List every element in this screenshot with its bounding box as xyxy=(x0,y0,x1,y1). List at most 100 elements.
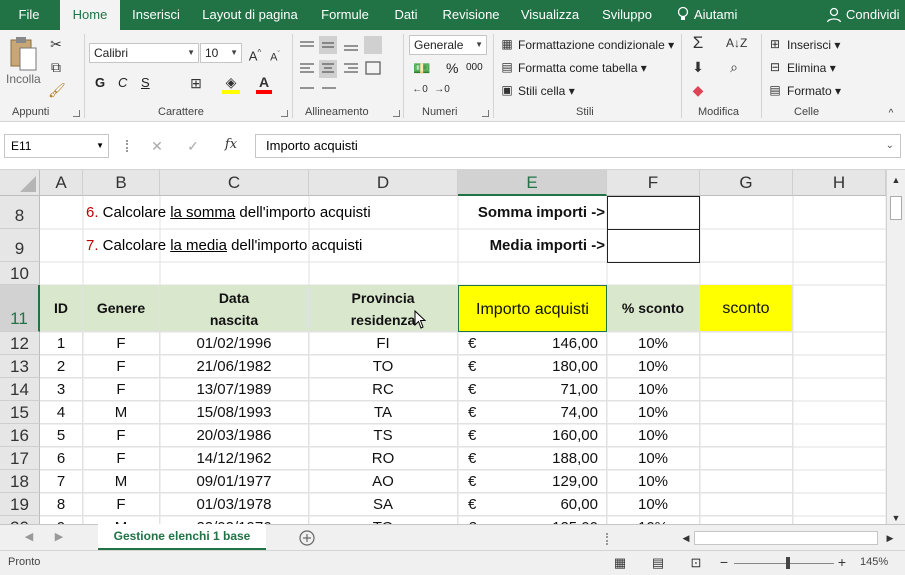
cell-gender[interactable]: F xyxy=(83,378,160,401)
insert-function-icon[interactable]: fx xyxy=(222,137,240,153)
header-discount[interactable]: sconto xyxy=(700,285,793,332)
cell-styles-icon[interactable]: ▣ xyxy=(500,82,514,98)
row-header-15[interactable]: 15 xyxy=(0,401,40,424)
cell-id[interactable]: 6 xyxy=(40,447,83,470)
currency-icon[interactable]: 💵 xyxy=(412,60,432,76)
row-header-11[interactable]: 11 xyxy=(0,285,40,332)
tab-view[interactable]: Visualizza xyxy=(514,0,586,30)
autosum-icon[interactable]: Σ xyxy=(690,34,706,51)
zoom-in-icon[interactable]: + xyxy=(836,554,848,570)
cell-amount[interactable]: €60,00 xyxy=(458,493,607,516)
cell-province[interactable]: RO xyxy=(309,447,458,470)
format-cells-icon[interactable]: ▤ xyxy=(768,82,782,98)
find-icon[interactable]: ⌕ xyxy=(726,59,742,75)
cell-gender[interactable]: M xyxy=(83,401,160,424)
tab-review[interactable]: Revisione xyxy=(436,0,506,30)
normal-view-icon[interactable]: ▦ xyxy=(612,555,628,571)
font-name-select[interactable]: Calibri ▼ xyxy=(89,43,199,63)
cell-discount[interactable] xyxy=(700,493,793,516)
page-layout-view-icon[interactable]: ▤ xyxy=(650,555,666,571)
cell-birth-date[interactable]: 15/08/1993 xyxy=(160,401,309,424)
tab-splitter[interactable] xyxy=(606,533,609,545)
increase-decimal-icon[interactable]: ←0 xyxy=(412,82,428,98)
cell-discount-percent[interactable]: 10% xyxy=(607,516,700,524)
task-7-text[interactable]: 7. Calcolare la media dell'importo acqui… xyxy=(86,229,362,262)
format-as-table-icon[interactable]: ▤ xyxy=(500,59,514,75)
font-shrink-icon[interactable]: Aˇ xyxy=(268,47,282,66)
conditional-formatting-icon[interactable]: ▦ xyxy=(500,36,514,52)
tab-formulas[interactable]: Formule xyxy=(312,0,378,30)
cell-amount[interactable]: €125,00 xyxy=(458,516,607,524)
expand-formula-icon[interactable]: ⌄ xyxy=(886,135,894,157)
cell-province[interactable]: SA xyxy=(309,493,458,516)
sort-filter-icon[interactable]: A↓Z xyxy=(726,35,747,51)
cell-amount[interactable]: €74,00 xyxy=(458,401,607,424)
font-grow-icon[interactable]: A^ xyxy=(248,45,262,64)
copy-icon[interactable]: ⧉ xyxy=(48,59,64,75)
select-all-corner[interactable] xyxy=(0,170,40,196)
column-header-e[interactable]: E xyxy=(458,170,607,196)
tab-file[interactable]: File xyxy=(0,0,58,30)
cell-discount[interactable] xyxy=(700,378,793,401)
cell-gender[interactable]: F xyxy=(83,355,160,378)
column-header-g[interactable]: G xyxy=(700,170,793,196)
cell-birth-date[interactable]: 01/02/1996 xyxy=(160,332,309,355)
cell-id[interactable]: 9 xyxy=(40,516,83,524)
collapse-ribbon-icon[interactable]: ^ xyxy=(884,106,898,122)
format-cells-button[interactable]: Formato ▾ xyxy=(787,84,841,98)
cell-discount[interactable] xyxy=(700,424,793,447)
tab-developer[interactable]: Sviluppo xyxy=(594,0,660,30)
cell-amount[interactable]: €160,00 xyxy=(458,424,607,447)
underline-button[interactable]: S xyxy=(141,75,150,90)
cell-discount-percent[interactable]: 10% xyxy=(607,493,700,516)
zoom-slider[interactable] xyxy=(734,563,834,564)
cell-id[interactable]: 7 xyxy=(40,470,83,493)
vertical-scroll-thumb[interactable] xyxy=(890,196,902,220)
cell-birth-date[interactable]: 20/03/1986 xyxy=(160,424,309,447)
cell-birth-date[interactable]: 09/01/1977 xyxy=(160,470,309,493)
cell-styles-button[interactable]: Stili cella ▾ xyxy=(518,84,575,98)
row-header-12[interactable]: 12 xyxy=(0,332,40,355)
font-launcher-icon[interactable] xyxy=(281,110,288,117)
paste-icon[interactable] xyxy=(8,36,38,72)
cell-birth-date[interactable]: 01/03/1978 xyxy=(160,493,309,516)
format-painter-icon[interactable]: 🖌 xyxy=(48,82,66,98)
cell-birth-date[interactable]: 21/06/1982 xyxy=(160,355,309,378)
scroll-left-icon[interactable]: ◀ xyxy=(680,530,692,546)
cell-discount[interactable] xyxy=(700,401,793,424)
tab-insert[interactable]: Inserisci xyxy=(124,0,188,30)
row-header-14[interactable]: 14 xyxy=(0,378,40,401)
borders-icon[interactable]: ⊞ xyxy=(188,75,204,91)
header-birth-date[interactable]: Data nascita xyxy=(160,285,309,332)
page-break-view-icon[interactable]: ⊡ xyxy=(688,555,704,571)
horizontal-scroll-thumb[interactable] xyxy=(694,531,878,545)
name-box[interactable]: E11 ▼ xyxy=(4,134,109,158)
cell-birth-date[interactable]: 14/12/1962 xyxy=(160,447,309,470)
tell-me-box[interactable]: Aiutami xyxy=(694,0,746,30)
tab-home[interactable]: Home xyxy=(60,0,120,30)
cell-province[interactable]: AO xyxy=(309,470,458,493)
row-header-17[interactable]: 17 xyxy=(0,447,40,470)
zoom-slider-thumb[interactable] xyxy=(786,557,790,569)
cell-province[interactable]: TO xyxy=(309,516,458,524)
column-header-h[interactable]: H xyxy=(793,170,886,196)
cell-discount[interactable] xyxy=(700,355,793,378)
zoom-level[interactable]: 145% xyxy=(860,556,888,568)
percent-button[interactable]: % xyxy=(446,60,458,76)
cell-gender[interactable]: F xyxy=(83,493,160,516)
header-gender[interactable]: Genere xyxy=(83,285,160,332)
format-as-table-button[interactable]: Formatta come tabella ▾ xyxy=(518,61,647,75)
row-header-16[interactable]: 16 xyxy=(0,424,40,447)
cell-id[interactable]: 5 xyxy=(40,424,83,447)
cell-province[interactable]: TA xyxy=(309,401,458,424)
tab-data[interactable]: Dati xyxy=(384,0,428,30)
row-header-9[interactable]: 9 xyxy=(0,229,40,262)
column-header-d[interactable]: D xyxy=(309,170,458,196)
number-launcher-icon[interactable] xyxy=(482,110,489,117)
cell-discount-percent[interactable]: 10% xyxy=(607,447,700,470)
cell-amount[interactable]: €129,00 xyxy=(458,470,607,493)
cell-gender[interactable]: F xyxy=(83,424,160,447)
cell-discount-percent[interactable]: 10% xyxy=(607,378,700,401)
average-result-cell[interactable] xyxy=(607,229,700,263)
cell-discount[interactable] xyxy=(700,516,793,524)
